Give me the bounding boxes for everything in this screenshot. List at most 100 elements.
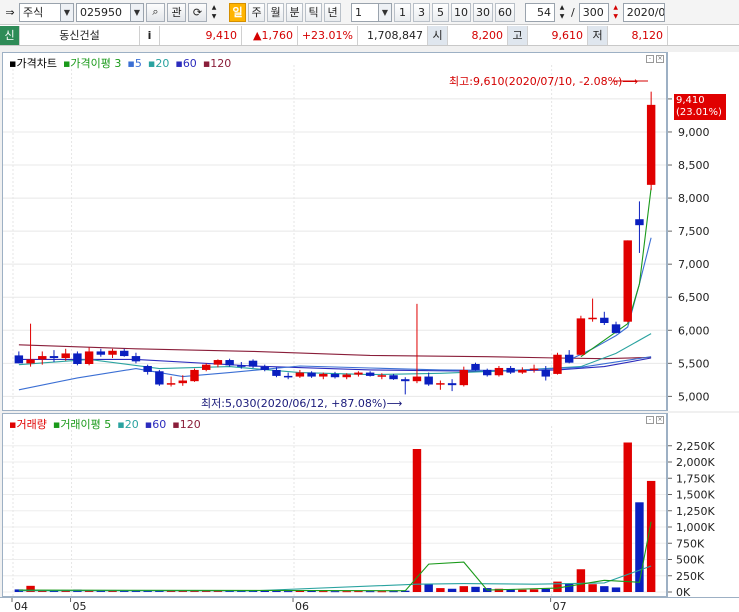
minimize-icon[interactable]: -: [646, 55, 654, 63]
high-price: 9,610: [528, 25, 588, 45]
interval-5-button[interactable]: 5: [432, 2, 449, 22]
chart-window: ⇒ 주식 ▼ 025950 ▼ ⌕ 관 ⟳ ▲ ▼ 일 주 월 분 틱 년 1 ▼…: [0, 0, 739, 612]
price-tick-label: 8,000: [678, 192, 710, 205]
volume-bar: [447, 588, 457, 592]
refresh-button[interactable]: ⟳: [188, 2, 207, 22]
ma20-legend[interactable]: ▪20: [148, 57, 169, 70]
interval-30-button[interactable]: 30: [473, 2, 493, 22]
interval-select[interactable]: 1: [351, 2, 379, 22]
volume-bar: [377, 591, 387, 593]
code-dropdown-icon[interactable]: ▼: [130, 2, 144, 22]
view-count-stepper[interactable]: ▲ ▼: [557, 3, 567, 22]
price-tick-label: 6,000: [678, 324, 710, 337]
date-tick-label: 05: [73, 600, 87, 612]
current-price-tag-value: 9,410: [676, 95, 705, 106]
price-chart-canvas[interactable]: [3, 53, 666, 410]
stepper-icon[interactable]: ▲ ▼: [209, 3, 219, 22]
volume-bar: [283, 591, 293, 593]
candle-body: [295, 372, 305, 377]
volume-chart-panel[interactable]: ▪거래량 ▪거래이평 5 ▪20 ▪60 ▪120 - ×: [2, 413, 667, 597]
date-axis: 04 05 06 07: [0, 597, 739, 612]
interval-dropdown-icon[interactable]: ▼: [378, 2, 392, 22]
current-price-tag: 9,410 (23.01%): [674, 94, 726, 120]
interval-1-button[interactable]: 1: [394, 2, 411, 22]
price-tick-label: 6,500: [678, 291, 710, 304]
price-legend-title[interactable]: ▪가격차트: [9, 55, 57, 71]
interval-10-button[interactable]: 10: [451, 2, 471, 22]
volume-bar: [518, 589, 527, 592]
close-icon[interactable]: ×: [656, 55, 664, 63]
price-chart-panel[interactable]: ▪가격차트 ▪가격이평 3 ▪5 ▪20 ▪60 ▪120 - × 최고:9,6…: [2, 52, 667, 411]
price-change: ▲1,760: [242, 25, 298, 45]
minimize-icon[interactable]: -: [646, 416, 654, 424]
interval-60-button[interactable]: 60: [495, 2, 515, 22]
volume-tick-label: 750K: [676, 537, 705, 550]
date-field-value: 2020/0: [626, 5, 665, 19]
candle-body: [471, 363, 480, 370]
volume-bar: [459, 586, 469, 592]
volume-bar: [611, 587, 621, 592]
ma60-legend[interactable]: ▪60: [175, 57, 196, 70]
candle-body: [447, 383, 457, 386]
vol-ma20-legend[interactable]: ▪20: [117, 418, 138, 431]
view-count-input[interactable]: 54: [525, 2, 555, 22]
candle-body: [389, 375, 398, 380]
volume-tick-label: 1,250K: [676, 505, 715, 518]
link-icon[interactable]: ⇒: [3, 3, 17, 22]
view-count-value: 54: [537, 5, 551, 19]
candle-body: [131, 356, 141, 362]
gwan-button[interactable]: 관: [167, 2, 186, 22]
interval-3-button[interactable]: 3: [413, 2, 430, 22]
search-button[interactable]: ⌕: [146, 2, 165, 22]
volume-panel-buttons: - ×: [646, 416, 664, 424]
volume-tick-label: 500K: [676, 554, 705, 567]
volume-bar: [553, 581, 562, 592]
candle-body: [483, 369, 492, 376]
volume-legend: ▪거래량 ▪거래이평 5 ▪20 ▪60 ▪120: [9, 416, 201, 432]
period-minute-button[interactable]: 분: [286, 2, 303, 22]
market-dropdown-icon[interactable]: ▼: [60, 2, 74, 22]
volume-bar: [436, 588, 445, 592]
ma120-legend[interactable]: ▪120: [203, 57, 231, 70]
period-day-button[interactable]: 일: [229, 2, 246, 22]
candle-body: [283, 375, 293, 378]
volume-bar: [635, 502, 644, 592]
period-year-button[interactable]: 년: [324, 2, 341, 22]
candle-body: [342, 374, 351, 378]
volume-bar: [600, 586, 609, 592]
close-icon[interactable]: ×: [656, 416, 664, 424]
date-field[interactable]: 2020/0: [622, 2, 665, 22]
volume-bar: [529, 589, 539, 592]
candle-body: [96, 351, 106, 355]
volume-bar: [272, 591, 281, 593]
settings-stepper-icon[interactable]: ▲ ▼: [611, 3, 621, 22]
period-week-button[interactable]: 주: [248, 2, 265, 22]
volume-bar: [307, 591, 316, 593]
candle-body: [190, 369, 199, 382]
period-month-button[interactable]: 월: [267, 2, 284, 22]
volume-chart-canvas[interactable]: [3, 414, 666, 596]
open-price: 8,200: [448, 25, 508, 45]
price-tick-label: 9,000: [678, 126, 710, 139]
candle-body: [635, 219, 644, 226]
total-count-input[interactable]: 300: [578, 2, 609, 22]
info-icon[interactable]: i: [140, 25, 160, 45]
candle-body: [108, 350, 117, 355]
vol-ma120-legend[interactable]: ▪120: [172, 418, 200, 431]
candle-body: [401, 379, 410, 382]
candle-body: [412, 376, 422, 382]
current-price-tag-pct: (23.01%): [676, 107, 722, 118]
candle-body: [611, 324, 621, 333]
ma5-legend[interactable]: ▪5: [127, 57, 141, 70]
candle-body: [272, 369, 281, 376]
stock-code-input[interactable]: 025950: [76, 2, 131, 22]
candle-body: [26, 359, 35, 364]
volume-tick-label: 2,000K: [676, 456, 715, 469]
period-tick-button[interactable]: 틱: [305, 2, 322, 22]
vol-ma60-legend[interactable]: ▪60: [145, 418, 166, 431]
volume-axis-canvas: 2,250K 2,000K 1,750K 1,500K 1,250K 1,000K 750K…: [668, 440, 715, 599]
volume-ma-legend[interactable]: ▪거래이평 5: [53, 416, 111, 432]
market-select[interactable]: 주식: [19, 2, 61, 22]
volume-legend-title[interactable]: ▪거래량: [9, 416, 47, 432]
price-ma-legend[interactable]: ▪가격이평 3: [63, 55, 121, 71]
